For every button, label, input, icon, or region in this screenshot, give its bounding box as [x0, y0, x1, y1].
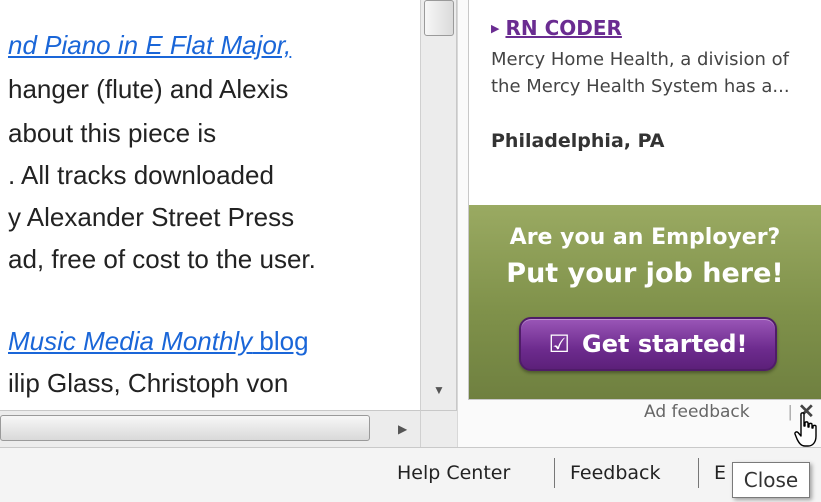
job-listing: ▶ RN CODER Mercy Home Health, a division …	[469, 0, 821, 205]
footer-bar: Help Center Feedback E	[0, 447, 821, 502]
article-pane: nd Piano in E Flat Major, hanger (flute)…	[0, 0, 420, 410]
ad-pane: ▶ RN CODER Mercy Home Health, a division …	[457, 0, 821, 447]
article-line-2: hanger (flute) and Alexis	[8, 74, 289, 104]
piece-title-link[interactable]: nd Piano in E Flat Major,	[8, 30, 291, 60]
job-title-link[interactable]: ▶ RN CODER	[491, 16, 622, 40]
triangle-bullet-icon: ▶	[491, 22, 500, 35]
job-ad: ▶ RN CODER Mercy Home Health, a division …	[468, 0, 821, 400]
horizontal-scrollbar[interactable]: ▶	[0, 410, 420, 447]
get-started-button[interactable]: ☑ Get started!	[519, 317, 777, 371]
article-line-5: y Alexander Street Press	[8, 202, 295, 232]
article-line-7[interactable]: Music Media Monthly blog	[8, 326, 309, 356]
footer-separator	[554, 458, 555, 488]
article-line-6: ad, free of cost to the user.	[8, 244, 316, 274]
get-started-label: Get started!	[582, 330, 748, 358]
job-title-text[interactable]: RN CODER	[505, 16, 621, 40]
job-location: Philadelphia, PA	[491, 130, 665, 152]
scroll-down-arrow-icon[interactable]: ▼	[433, 383, 445, 397]
footer-separator	[698, 458, 699, 488]
article-line-8: ilip Glass, Christoph von	[8, 368, 289, 398]
close-tooltip: Close	[732, 462, 810, 498]
vertical-scroll-thumb[interactable]	[424, 0, 454, 36]
blog-link[interactable]: blog	[252, 326, 308, 356]
feedback-link[interactable]: Feedback	[570, 462, 660, 484]
employer-promo: Are you an Employer? Put your job here! …	[469, 205, 821, 399]
vertical-scrollbar[interactable]: ▼	[420, 0, 457, 410]
article-line-4: . All tracks downloaded	[8, 160, 274, 190]
ad-feedback-link[interactable]: Ad feedback	[644, 402, 750, 422]
scroll-right-arrow-icon[interactable]: ▶	[398, 422, 407, 436]
help-center-link[interactable]: Help Center	[397, 462, 510, 484]
footer-link-truncated[interactable]: E	[714, 462, 726, 484]
music-media-monthly-link[interactable]: Music Media Monthly	[8, 326, 252, 356]
employer-cta: Put your job here!	[506, 258, 784, 289]
employer-question: Are you an Employer?	[509, 225, 781, 250]
horizontal-scroll-thumb[interactable]	[0, 415, 370, 441]
checkbox-check-icon: ☑	[548, 330, 571, 358]
hand-cursor-icon	[794, 412, 817, 447]
scrollbar-corner	[420, 410, 457, 447]
ad-feedback-separator: |	[788, 402, 793, 421]
article-line-1[interactable]: nd Piano in E Flat Major,	[8, 30, 291, 60]
job-description: Mercy Home Health, a division of the Mer…	[491, 49, 790, 97]
article-line-3: about this piece is	[8, 118, 217, 148]
